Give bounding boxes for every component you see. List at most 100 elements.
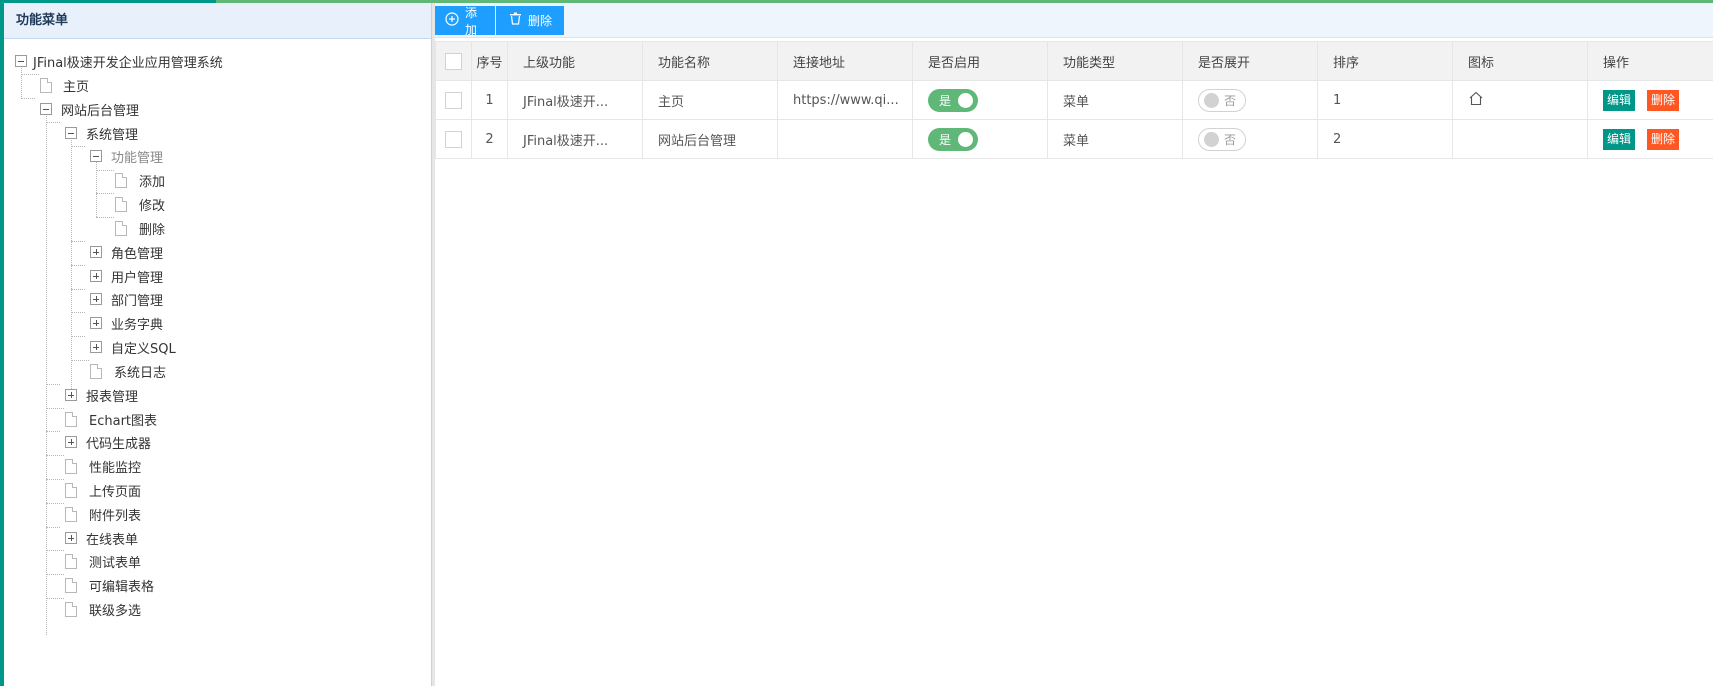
tree-line	[71, 265, 85, 266]
expand-icon[interactable]	[90, 270, 102, 282]
tree-node-role-management[interactable]: 角色管理	[90, 239, 163, 265]
toggle-label: 是	[939, 93, 952, 108]
document-icon	[40, 77, 52, 93]
delete-row-button[interactable]: 删除	[1647, 128, 1680, 150]
document-icon	[65, 506, 77, 522]
column-header: 序号	[471, 41, 508, 81]
tree-node-code-generator[interactable]: 代码生成器	[65, 429, 151, 455]
tree-node-department-management[interactable]: 部门管理	[90, 286, 163, 312]
select-all-checkbox[interactable]	[445, 52, 462, 70]
table-row[interactable]: 2 JFinal极速开... 网站后台管理 是 菜单 否 2 编辑 删除	[435, 119, 1713, 159]
trash-icon	[509, 12, 522, 29]
row-index: 1	[471, 80, 508, 120]
expand-icon[interactable]	[90, 293, 102, 305]
toggle-label: 否	[1224, 93, 1237, 108]
tree-node-home[interactable]: 主页	[40, 72, 89, 98]
tree-node-report-management[interactable]: 报表管理	[65, 382, 138, 408]
tree-node-editable-table[interactable]: 可编辑表格	[65, 572, 154, 598]
edit-button[interactable]: 编辑	[1603, 128, 1636, 150]
tree-node-site-admin[interactable]: 网站后台管理	[40, 96, 139, 122]
document-icon	[65, 601, 77, 617]
edit-button[interactable]: 编辑	[1603, 89, 1636, 111]
document-icon	[115, 220, 127, 236]
tree-node-custom-sql[interactable]: 自定义SQL	[90, 334, 176, 360]
tree-node-cascade-select[interactable]: 联级多选	[65, 596, 141, 622]
tree-node-performance-monitor[interactable]: 性能监控	[65, 453, 141, 479]
add-button[interactable]: 添加	[435, 6, 495, 37]
expanded-toggle[interactable]: 否	[1198, 88, 1246, 112]
expanded-toggle[interactable]: 否	[1198, 127, 1246, 151]
document-icon	[65, 553, 77, 569]
toggle-knob	[958, 131, 973, 147]
document-icon	[90, 363, 102, 379]
toggle-label: 是	[939, 132, 952, 147]
tree-line	[96, 170, 114, 171]
tree-node-label: 联级多选	[89, 603, 142, 619]
tree-node-label: 可编辑表格	[89, 579, 155, 595]
collapse-icon[interactable]	[15, 55, 27, 67]
tree-line	[96, 193, 114, 194]
tree-node-function-management[interactable]: 功能管理	[90, 143, 163, 169]
expand-icon[interactable]	[90, 246, 102, 258]
tree-line	[46, 527, 60, 528]
toggle-knob	[1204, 131, 1219, 147]
table-row[interactable]: 1 JFinal极速开... 主页 https://www.qi... 是 菜单…	[435, 80, 1713, 120]
enabled-cell: 是	[912, 119, 1048, 159]
row-checkbox[interactable]	[445, 91, 462, 109]
tree-line	[46, 122, 60, 123]
tree-node-business-dictionary[interactable]: 业务字典	[90, 310, 163, 336]
tree-node-label: 系统管理	[86, 127, 139, 143]
plus-circle-icon	[445, 11, 459, 30]
tree-node-label: 报表管理	[86, 389, 139, 405]
expand-icon[interactable]	[65, 389, 77, 401]
tree-line	[46, 105, 47, 635]
column-header: 功能名称	[642, 41, 778, 81]
tree-line	[46, 598, 64, 599]
tree-node-add[interactable]: 添加	[115, 167, 165, 193]
tree-line	[71, 312, 85, 313]
document-icon	[65, 577, 77, 593]
tree-node-system-log[interactable]: 系统日志	[90, 358, 166, 384]
tree-line	[46, 408, 64, 409]
tree-node-label: 功能管理	[111, 150, 164, 166]
tree-node-upload-page[interactable]: 上传页面	[65, 477, 141, 503]
tree-node-test-form[interactable]: 测试表单	[65, 548, 141, 574]
url-cell: https://www.qi...	[777, 80, 913, 120]
tree-line	[46, 550, 64, 551]
tree-line	[71, 129, 72, 397]
collapse-icon[interactable]	[90, 150, 102, 162]
tree-line	[71, 336, 85, 337]
document-icon	[65, 411, 77, 427]
select-all-cell[interactable]	[435, 41, 472, 81]
tree-line	[71, 289, 85, 290]
toggle-knob	[958, 92, 973, 108]
tree-node-edit[interactable]: 修改	[115, 191, 165, 217]
url-cell	[777, 119, 913, 159]
enabled-toggle[interactable]: 是	[928, 88, 978, 112]
tree-node-label: 系统日志	[114, 365, 167, 381]
actions-cell: 编辑 删除	[1587, 80, 1713, 120]
delete-row-button[interactable]: 删除	[1647, 89, 1680, 111]
tree-node-delete[interactable]: 删除	[115, 215, 165, 241]
tree-node-attachment-list[interactable]: 附件列表	[65, 501, 141, 527]
main-content: 添加 删除 序号 上级功能 功能名称 连接地址 是否启用 功能类型 是否展开 排…	[435, 3, 1713, 686]
collapse-icon[interactable]	[40, 103, 52, 115]
column-header: 上级功能	[507, 41, 643, 81]
tree-line	[71, 241, 85, 242]
expand-icon[interactable]	[90, 317, 102, 329]
column-header: 功能类型	[1047, 41, 1183, 81]
expand-icon[interactable]	[65, 436, 77, 448]
row-select-cell[interactable]	[435, 119, 472, 159]
collapse-icon[interactable]	[65, 127, 77, 139]
enabled-toggle[interactable]: 是	[928, 127, 978, 151]
tree-node-root[interactable]: JFinal极速开发企业应用管理系统	[15, 48, 223, 74]
row-select-cell[interactable]	[435, 80, 472, 120]
tree-line	[46, 431, 60, 432]
expand-icon[interactable]	[90, 341, 102, 353]
column-header: 排序	[1317, 41, 1453, 81]
row-checkbox[interactable]	[445, 130, 462, 148]
delete-button[interactable]: 删除	[496, 6, 564, 35]
expand-icon[interactable]	[65, 532, 77, 544]
function-menu-panel: 功能菜单 JFinal极速开发企业应用管理系统 主页 网站后台管理 系统管理 功…	[4, 3, 433, 686]
sort-cell: 1	[1317, 80, 1453, 120]
